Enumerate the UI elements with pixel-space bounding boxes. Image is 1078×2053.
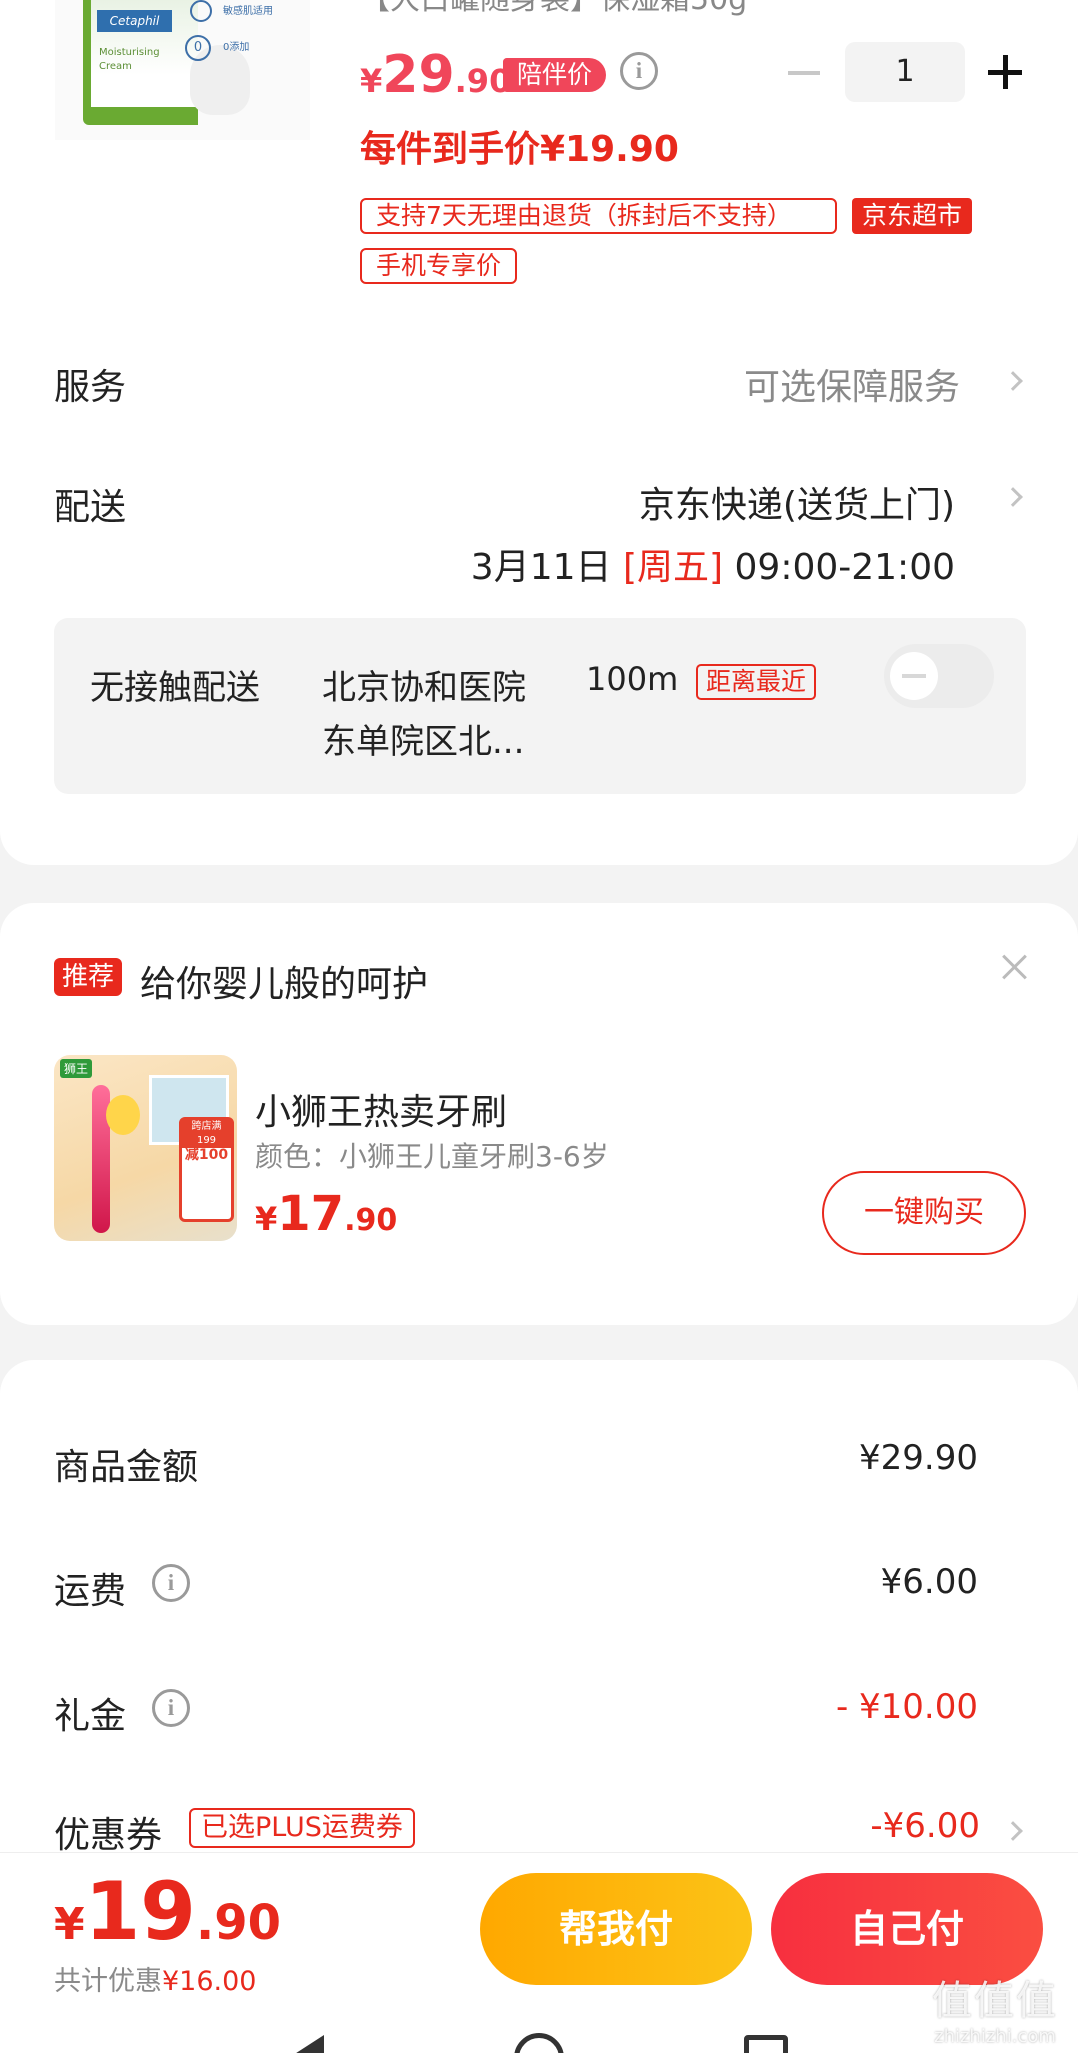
nearest-badge: 距离最近 (696, 664, 817, 700)
coupon-tag: 已选PLUS运费券 (189, 1808, 415, 1848)
brand-logo: 狮王 (60, 1059, 93, 1078)
badge-text-2: 0添加 (223, 42, 250, 53)
nav-back-icon[interactable] (290, 2035, 324, 2053)
quantity-plus-button[interactable] (988, 55, 1022, 89)
service-row[interactable]: 可选保障服务 (500, 350, 1040, 410)
total-price: ¥19.90 (54, 1865, 281, 1958)
delivery-weekday: [周五] (622, 547, 724, 588)
return-policy-tag: 支持7天无理由退货（拆封后不支持） (360, 198, 837, 234)
contactless-place-line2: 东单院区北... (322, 722, 525, 762)
recommend-price-dec: .90 (344, 1203, 398, 1238)
quick-buy-button[interactable]: 一键购买 (822, 1171, 1026, 1255)
product-card: Cetaphil Moisturising Cream 敏感肌适用 0 0添加 … (0, 0, 1078, 865)
nav-home-icon[interactable] (514, 2033, 564, 2053)
bottom-bar: ¥19.90 共计优惠¥16.00 帮我付 自己付 (0, 1852, 1078, 2053)
promo-text-1: 跨店满199 (182, 1120, 231, 1148)
coupon-value: -¥6.00 (870, 1806, 980, 1846)
watermark: 值值值 zhizhizhi.com (920, 1968, 1070, 2047)
service-label: 服务 (54, 367, 127, 408)
cream-tube: Cetaphil Moisturising Cream (83, 0, 198, 125)
gift-value: - ¥10.00 (835, 1687, 978, 1727)
price-tag: 陪伴价 (503, 58, 607, 92)
total-int: 19 (84, 1865, 196, 1958)
goods-amount-label: 商品金额 (54, 1447, 199, 1488)
delivery-method: 京东快递(送货上门) (638, 485, 955, 526)
jd-supermarket-tag: 京东超市 (852, 198, 973, 234)
product-image[interactable]: Cetaphil Moisturising Cream 敏感肌适用 0 0添加 (55, 0, 310, 140)
total-discount: 共计优惠¥16.00 (54, 1959, 256, 1998)
delivery-time: 3月11日 [周五] 09:00-21:00 (471, 538, 955, 590)
badge-text-1: 敏感肌适用 (223, 6, 273, 17)
total-currency: ¥ (54, 1899, 85, 1950)
recommend-price-int: 17 (277, 1186, 345, 1242)
contactless-label: 无接触配送 (90, 668, 260, 708)
chevron-right-icon (1003, 1821, 1023, 1841)
tube-brand: Cetaphil (97, 10, 172, 32)
recommend-price: ¥17.90 (255, 1186, 397, 1242)
service-value: 可选保障服务 (743, 367, 960, 408)
chevron-right-icon (1003, 371, 1023, 391)
delivery-date: 3月11日 (470, 547, 612, 588)
product-title: 【大白罐随身装】保湿霜50g (360, 0, 747, 18)
contactless-toggle[interactable] (884, 644, 994, 708)
toggle-knob (890, 652, 938, 700)
shipping-value: ¥6.00 (880, 1562, 978, 1602)
recommend-currency: ¥ (255, 1200, 278, 1238)
badge-icon-2: 0 (185, 35, 211, 61)
delivery-hours: 09:00-21:00 (734, 547, 955, 588)
recommend-item-image[interactable]: 狮王 跨店满199 减100 (54, 1055, 237, 1241)
recommend-card: 推荐 给你婴儿般的呵护 狮王 跨店满199 减100 小狮王热卖牙刷 颜色：小狮… (0, 903, 1078, 1325)
recommend-badge: 推荐 (54, 958, 123, 996)
toothbrush-head (106, 1095, 140, 1135)
total-dec: .90 (195, 1895, 281, 1951)
coupon-row[interactable]: -¥6.00 (780, 1800, 1040, 1860)
shipping-info-icon[interactable]: i (152, 1564, 190, 1602)
coupon-label: 优惠券 (54, 1815, 163, 1856)
recommend-item-spec: 颜色：小狮王儿童牙刷3-6岁 (255, 1140, 609, 1173)
watermark-url: zhizhizhi.com (934, 2026, 1056, 2047)
quantity-input[interactable]: 1 (845, 42, 965, 102)
help-pay-button[interactable]: 帮我付 (480, 1873, 752, 1985)
watermark-logo: 值值值 (932, 1978, 1058, 2024)
price-currency: ¥ (360, 62, 383, 100)
gift-label: 礼金 (54, 1696, 127, 1737)
gift-info-icon[interactable]: i (152, 1689, 190, 1727)
price-info-icon[interactable]: i (620, 52, 658, 90)
price-int: 29 (382, 45, 455, 105)
contactless-place: 北京协和医院 (322, 668, 526, 708)
price: ¥29.90 (360, 45, 511, 105)
delivery-row[interactable]: 京东快递(送货上门) 3月11日 [周五] 09:00-21:00 (420, 468, 1040, 588)
close-icon[interactable] (998, 951, 1030, 983)
nav-recents-icon[interactable] (744, 2035, 788, 2053)
delivery-label: 配送 (54, 487, 127, 528)
chevron-right-icon (1003, 487, 1023, 507)
recommend-title: 给你婴儿般的呵护 (140, 964, 429, 1005)
goods-amount-value: ¥29.90 (859, 1438, 978, 1478)
tube-product: Moisturising Cream (99, 47, 160, 72)
final-price: 每件到手价¥19.90 (360, 129, 679, 170)
recommend-item-name[interactable]: 小狮王热卖牙刷 (255, 1083, 507, 1135)
quantity-minus-button[interactable] (788, 71, 820, 75)
promo-text-2: 减100 (184, 1147, 229, 1163)
shipping-label: 运费 (54, 1571, 127, 1612)
contactless-distance: 100m (586, 660, 679, 698)
discount-label: 共计优惠 (54, 1966, 162, 1997)
discount-value: ¥16.00 (162, 1966, 257, 1997)
mobile-price-tag: 手机专享价 (360, 248, 518, 284)
tube-stripe (91, 107, 198, 125)
promo-panel: 跨店满199 减100 (179, 1117, 234, 1222)
toggle-off-icon (902, 674, 926, 678)
badge-icon-1 (190, 0, 212, 22)
plus-v (1003, 55, 1008, 89)
contactless-box: 无接触配送 北京协和医院 东单院区北... 100m 距离最近 (54, 618, 1026, 794)
